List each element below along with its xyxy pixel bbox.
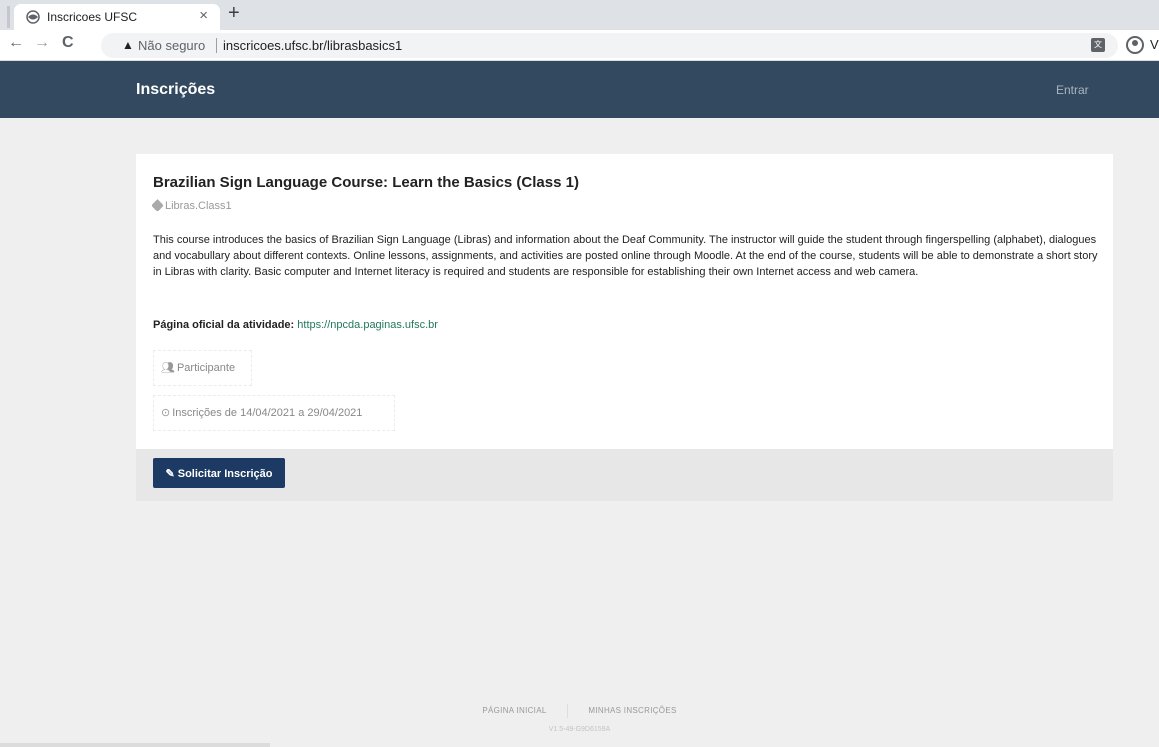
browser-tab-bar: Inscricoes UFSC × + <box>0 0 1159 30</box>
official-page-label: Página oficial da atividade: <box>153 319 295 331</box>
course-title: Brazilian Sign Language Course: Learn th… <box>153 174 579 191</box>
profile-icon[interactable] <box>1126 36 1144 54</box>
new-tab-button[interactable]: + <box>228 2 240 24</box>
clock-icon: ⊙ <box>161 407 171 419</box>
audience-badge: 👥︎ Participante <box>153 350 252 386</box>
footer-my-registrations-link[interactable]: MINHAS INSCRIÇÕES <box>588 706 676 715</box>
request-registration-button[interactable]: ✎ Solicitar Inscrição <box>153 458 285 488</box>
request-registration-label: Solicitar Inscrição <box>177 467 273 480</box>
tab-edge <box>7 6 10 28</box>
reload-button[interactable]: C <box>62 34 74 52</box>
tab-close-icon[interactable]: × <box>199 7 208 24</box>
site-header: Inscrições Entrar <box>0 61 1159 118</box>
card-footer: ✎ Solicitar Inscrição <box>136 449 1113 501</box>
forward-button[interactable]: → <box>34 34 50 52</box>
tag-label: Libras.Class1 <box>165 200 232 212</box>
registration-period-label: Inscrições de 14/04/2021 a 29/04/2021 <box>172 407 363 419</box>
browser-toolbar: ← → C ▲ Não seguro inscricoes.ufsc.br/li… <box>0 30 1159 61</box>
official-page-link[interactable]: https://npcda.paginas.ufsc.br <box>297 319 438 331</box>
profile-letter[interactable]: V <box>1150 37 1159 52</box>
security-label[interactable]: Não seguro <box>138 38 205 53</box>
back-button[interactable]: ← <box>8 34 24 52</box>
app-version: V1.5-49-G9D6159A <box>548 726 611 733</box>
browser-tab[interactable]: Inscricoes UFSC × <box>14 4 220 30</box>
footer-divider <box>566 704 568 718</box>
footer-home-link[interactable]: PÁGINA INICIAL <box>482 706 546 715</box>
course-card: Brazilian Sign Language Course: Learn th… <box>136 154 1113 501</box>
course-description: This course introduces the basics of Bra… <box>153 234 1098 278</box>
official-page: Página oficial da atividade: https://npc… <box>153 319 438 331</box>
warning-icon[interactable]: ▲ <box>122 38 134 52</box>
edit-icon: ✎ <box>165 467 175 480</box>
translate-icon[interactable]: 文 <box>1091 38 1105 52</box>
login-link[interactable]: Entrar <box>1056 83 1089 97</box>
address-divider <box>216 38 217 53</box>
page-bottom-edge <box>0 743 270 747</box>
registration-period: ⊙ Inscrições de 14/04/2021 a 29/04/2021 <box>153 395 395 431</box>
users-icon: 👥︎ <box>161 362 175 374</box>
url-text[interactable]: inscricoes.ufsc.br/librasbasics1 <box>223 38 402 53</box>
globe-icon <box>26 10 40 24</box>
address-bar[interactable]: ▲ Não seguro inscricoes.ufsc.br/librasba… <box>101 33 1118 58</box>
course-tag: Libras.Class1 <box>151 199 232 212</box>
footer-links: PÁGINA INICIAL MINHAS INSCRIÇÕES <box>0 704 1159 718</box>
audience-label: Participante <box>176 362 236 374</box>
site-brand[interactable]: Inscrições <box>136 81 215 99</box>
tag-icon <box>151 199 164 212</box>
tab-title: Inscricoes UFSC <box>47 10 138 24</box>
